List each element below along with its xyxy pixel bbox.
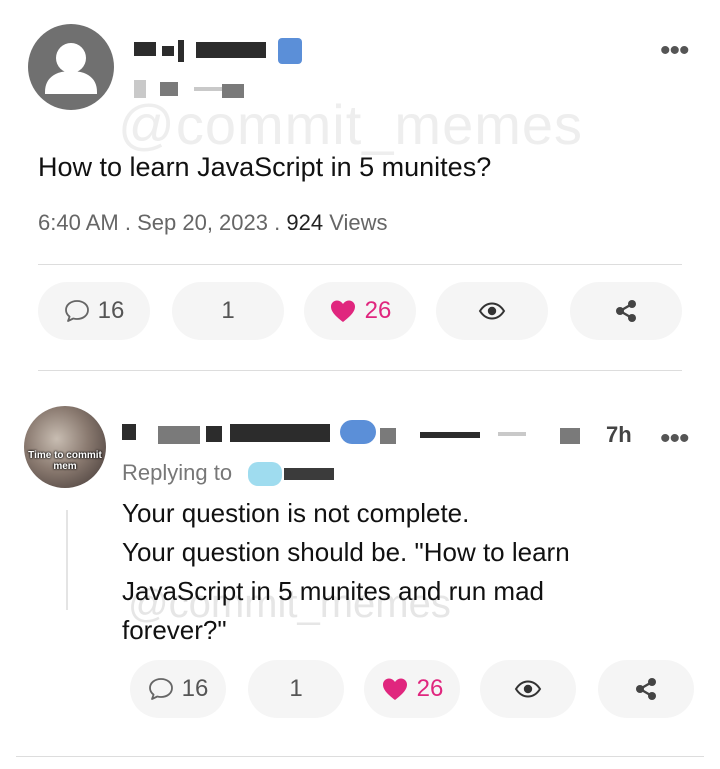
post-comment-button[interactable]: 16	[38, 282, 150, 340]
comment-icon	[64, 300, 89, 322]
reply-text-line: Your question is not complete.	[122, 498, 470, 528]
divider	[38, 264, 682, 265]
divider	[38, 370, 682, 371]
post-time: 6:40 AM	[38, 210, 119, 235]
replying-to: Replying to	[122, 460, 232, 486]
post-meta: 6:40 AM . Sep 20, 2023 . 924 Views	[38, 210, 388, 236]
post-views-button[interactable]	[436, 282, 548, 340]
divider	[16, 756, 704, 757]
thread-line	[66, 510, 68, 610]
post-comment-count: 16	[97, 297, 125, 324]
reply-repost-count: 1	[289, 675, 303, 702]
avatar-caption-text: Time to commit mem	[28, 450, 102, 472]
reply-text: Your question is not complete. Your ques…	[122, 494, 642, 650]
reply-author-avatar[interactable]: Time to commit mem	[24, 406, 106, 488]
reply-comment-count: 16	[181, 675, 209, 702]
author-avatar[interactable]	[28, 24, 114, 110]
post-like-count: 26	[364, 297, 392, 324]
eye-icon	[478, 302, 506, 320]
reply-more-options-icon[interactable]: •••	[660, 424, 689, 454]
post-repost-button[interactable]: 1	[172, 282, 284, 340]
eye-icon	[514, 680, 542, 698]
reply-like-count: 26	[416, 675, 444, 702]
reply-text-line: Your question should be. "How to learn	[122, 537, 570, 567]
reply-comment-button[interactable]: 16	[130, 660, 226, 718]
replying-to-label: Replying to	[122, 460, 233, 485]
post-text: How to learn JavaScript in 5 munites?	[38, 152, 492, 182]
post-date: Sep 20, 2023	[137, 210, 268, 235]
reply-views-button[interactable]	[480, 660, 576, 718]
share-icon	[616, 300, 636, 322]
post-views-label: Views	[329, 210, 388, 235]
reply-time: 7h	[606, 422, 632, 447]
post-share-button[interactable]	[570, 282, 682, 340]
default-user-icon	[45, 43, 97, 94]
reply-like-button[interactable]: 26	[364, 660, 460, 718]
post-repost-count: 1	[221, 297, 235, 324]
post-views-count: 924	[286, 210, 324, 235]
comment-icon	[148, 678, 173, 700]
post-like-button[interactable]: 26	[304, 282, 416, 340]
share-icon	[636, 678, 656, 700]
reply-text-line: forever?"	[122, 615, 227, 645]
meta-separator: .	[274, 210, 281, 235]
meta-separator: .	[124, 210, 131, 235]
watermark-top: @commit_memes	[118, 93, 584, 156]
reply-repost-button[interactable]: 1	[248, 660, 344, 718]
reply-text-line: JavaScript in 5 munites and run mad	[122, 576, 544, 606]
reply-share-button[interactable]	[598, 660, 694, 718]
post-more-options-icon[interactable]: •••	[660, 36, 689, 66]
heart-icon	[330, 300, 355, 322]
heart-icon	[382, 678, 407, 700]
